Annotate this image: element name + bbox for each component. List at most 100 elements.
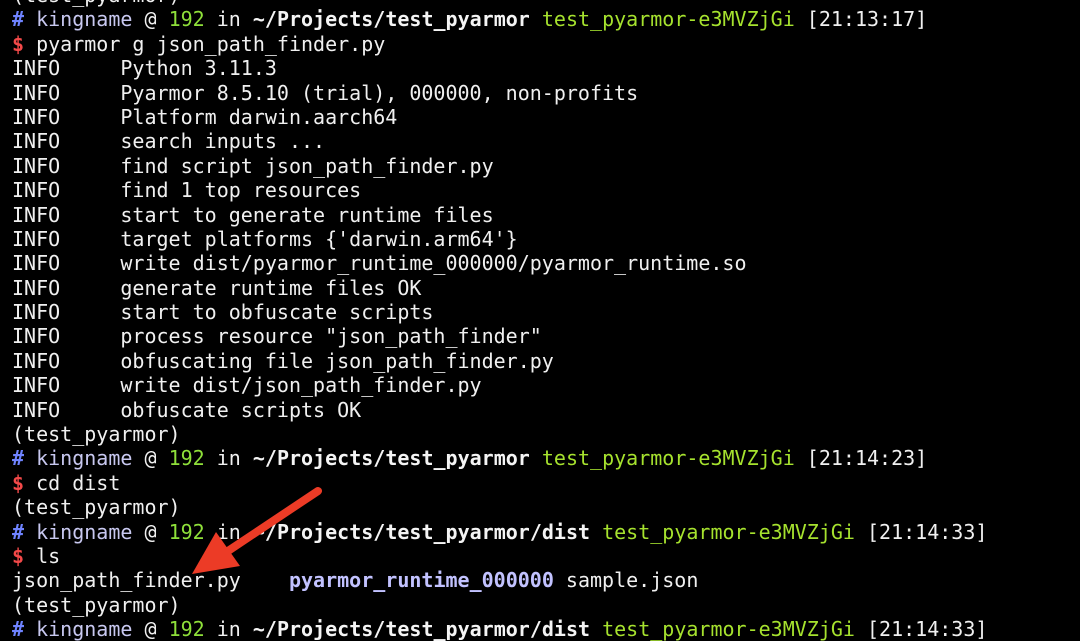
output-text: INFO write dist/pyarmor_runtime_000000/p… bbox=[12, 251, 747, 276]
prompt-env: test_pyarmor-e3MVZjGi bbox=[602, 617, 855, 641]
prompt-env: test_pyarmor-e3MVZjGi bbox=[541, 446, 795, 471]
terminal-line-output: (test_pyarmor) bbox=[12, 422, 987, 446]
command-text: ls bbox=[36, 543, 61, 568]
output-text: INFO process resource "json_path_finder" bbox=[12, 324, 542, 349]
prompt-time: [21:14:23] bbox=[806, 446, 928, 471]
output-text: INFO Pyarmor 8.5.10 (trial), 000000, non… bbox=[12, 80, 639, 105]
terminal-line-output: INFO obfuscating file json_path_finder.p… bbox=[12, 349, 987, 373]
prompt-at: @ bbox=[144, 519, 157, 544]
output-text: INFO obfuscate scripts OK bbox=[12, 397, 362, 422]
output-text: (test_pyarmor) bbox=[12, 592, 181, 617]
prompt-hash: # bbox=[12, 7, 25, 32]
terminal-line-listing: json_path_finder.py pyarmor_runtime_0000… bbox=[12, 568, 987, 592]
listing-spacing bbox=[241, 568, 289, 592]
prompt-path: ~/Projects/test_pyarmor bbox=[252, 446, 530, 471]
prompt-path: ~/Projects/test_pyarmor/dist bbox=[252, 617, 591, 641]
prompt-host: 192 bbox=[168, 617, 205, 641]
prompt-path: ~/Projects/test_pyarmor/dist bbox=[252, 519, 591, 544]
prompt-host: 192 bbox=[168, 7, 205, 32]
prompt-in: in bbox=[216, 446, 241, 471]
prompt-dollar: $ bbox=[12, 31, 25, 56]
terminal-line-output: INFO Pyarmor 8.5.10 (trial), 000000, non… bbox=[12, 81, 987, 105]
listing-file: json_path_finder.py bbox=[12, 568, 241, 593]
prompt-path: ~/Projects/test_pyarmor bbox=[252, 7, 530, 32]
prompt-hash: # bbox=[12, 446, 25, 471]
prompt-time: [21:13:17] bbox=[806, 7, 928, 32]
command-text: pyarmor g json_path_finder.py bbox=[36, 31, 386, 56]
terminal-line-output: (test_pyarmor) bbox=[12, 0, 987, 7]
terminal-window[interactable]: (test_pyarmor)# kingname @ 192 in ~/Proj… bbox=[0, 0, 1080, 641]
prompt-hash: # bbox=[12, 519, 25, 544]
terminal-line-output: INFO obfuscate scripts OK bbox=[12, 398, 987, 422]
prompt-user: kingname bbox=[36, 446, 133, 471]
prompt-host: 192 bbox=[168, 519, 205, 544]
terminal-line-output: INFO find 1 top resources bbox=[12, 178, 987, 202]
output-text: (test_pyarmor) bbox=[12, 0, 181, 7]
terminal-line-prompt: # kingname @ 192 in ~/Projects/test_pyar… bbox=[12, 7, 987, 31]
prompt-user: kingname bbox=[36, 7, 133, 32]
prompt-host: 192 bbox=[168, 446, 205, 471]
terminal-line-command: $ cd dist bbox=[12, 471, 987, 495]
output-text: INFO find script json_path_finder.py bbox=[12, 153, 494, 178]
output-text: INFO Platform darwin.aarch64 bbox=[12, 104, 398, 129]
prompt-env: test_pyarmor-e3MVZjGi bbox=[602, 519, 855, 544]
prompt-user: kingname bbox=[36, 617, 133, 641]
prompt-hash: # bbox=[12, 617, 25, 641]
output-text: INFO search inputs ... bbox=[12, 129, 326, 154]
output-text: INFO Python 3.11.3 bbox=[12, 56, 277, 81]
listing-spacing bbox=[554, 568, 566, 592]
listing-directory: pyarmor_runtime_000000 bbox=[288, 568, 554, 593]
prompt-in: in bbox=[216, 617, 241, 641]
terminal-line-output: INFO process resource "json_path_finder" bbox=[12, 324, 987, 348]
listing-file: sample.json bbox=[565, 568, 699, 593]
terminal-line-command: $ pyarmor g json_path_finder.py bbox=[12, 32, 987, 56]
output-text: INFO target platforms {'darwin.arm64'} bbox=[12, 226, 518, 251]
terminal-line-prompt: # kingname @ 192 in ~/Projects/test_pyar… bbox=[12, 617, 987, 641]
terminal-line-output: INFO start to generate runtime files bbox=[12, 203, 987, 227]
prompt-at: @ bbox=[144, 7, 157, 32]
terminal-line-output: INFO write dist/json_path_finder.py bbox=[12, 373, 987, 397]
terminal-line-prompt: # kingname @ 192 in ~/Projects/test_pyar… bbox=[12, 520, 987, 544]
prompt-in: in bbox=[216, 7, 241, 32]
terminal-line-output: INFO Python 3.11.3 bbox=[12, 56, 987, 80]
terminal-output: (test_pyarmor)# kingname @ 192 in ~/Proj… bbox=[12, 0, 987, 641]
terminal-line-output: INFO target platforms {'darwin.arm64'} bbox=[12, 227, 987, 251]
prompt-at: @ bbox=[144, 617, 157, 641]
output-text: INFO obfuscating file json_path_finder.p… bbox=[12, 348, 554, 373]
terminal-line-command: $ ls bbox=[12, 544, 987, 568]
output-text: INFO write dist/json_path_finder.py bbox=[12, 373, 482, 398]
prompt-user: kingname bbox=[36, 519, 133, 544]
output-text: (test_pyarmor) bbox=[12, 495, 181, 520]
terminal-line-output: (test_pyarmor) bbox=[12, 593, 987, 617]
prompt-in: in bbox=[216, 519, 241, 544]
terminal-line-output: INFO start to obfuscate scripts bbox=[12, 300, 987, 324]
terminal-line-prompt: # kingname @ 192 in ~/Projects/test_pyar… bbox=[12, 446, 987, 470]
output-text: INFO generate runtime files OK bbox=[12, 275, 422, 300]
output-text: INFO start to obfuscate scripts bbox=[12, 300, 434, 325]
terminal-line-output: (test_pyarmor) bbox=[12, 495, 987, 519]
terminal-line-output: INFO Platform darwin.aarch64 bbox=[12, 105, 987, 129]
